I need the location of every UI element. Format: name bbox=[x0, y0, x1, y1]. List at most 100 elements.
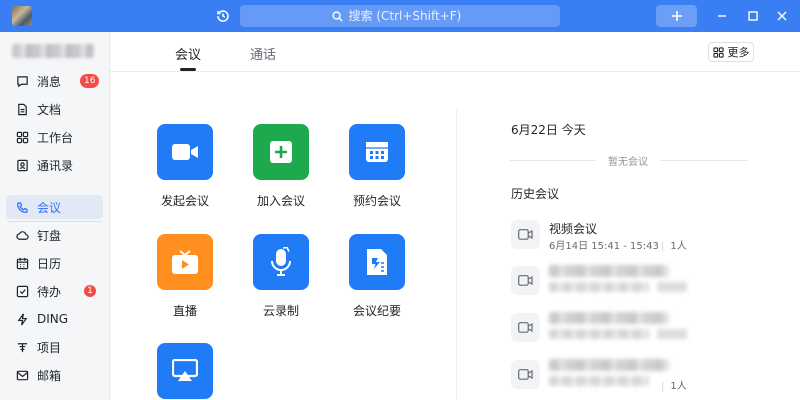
contacts-icon bbox=[15, 158, 29, 172]
sidebar-item-todo[interactable]: 待办 1 bbox=[6, 279, 103, 303]
phone-icon bbox=[15, 200, 29, 214]
today-date: 6月22日 今天 bbox=[511, 123, 586, 137]
title-bar bbox=[0, 0, 800, 32]
history-item[interactable]: 视频会议 6月14日 15:41 - 15:43 | 1人 bbox=[511, 214, 751, 254]
sidebar-item-label: 工作台 bbox=[37, 130, 74, 145]
todo-icon bbox=[15, 284, 29, 298]
sidebar-item-label: 钉盘 bbox=[37, 228, 62, 243]
sidebar-item-messages[interactable]: 消息 16 bbox=[6, 69, 103, 93]
avatar[interactable] bbox=[12, 6, 32, 26]
sidebar-item-ding[interactable]: DING bbox=[6, 307, 103, 331]
participant-count: 1人 bbox=[670, 241, 687, 252]
redacted-time bbox=[549, 376, 649, 386]
sidebar-item-label: 项目 bbox=[37, 340, 62, 355]
video-camera-icon bbox=[511, 360, 540, 389]
live-tile[interactable]: 直播 bbox=[145, 234, 225, 319]
screen-cast-icon bbox=[157, 343, 213, 399]
sidebar-item-projects[interactable]: 项目 bbox=[6, 335, 103, 359]
video-camera-icon bbox=[511, 220, 540, 249]
sidebar-item-docs[interactable]: 文档 bbox=[6, 97, 103, 121]
more-button[interactable]: 更多 bbox=[708, 42, 754, 62]
plus-square-icon bbox=[253, 124, 309, 180]
add-button[interactable] bbox=[656, 5, 697, 27]
sidebar-item-label: 邮箱 bbox=[37, 368, 62, 383]
sidebar: 消息 16 文档 工作台 通讯录 会议 钉盘 日历 待办 1 DING 项目 邮… bbox=[0, 32, 110, 400]
sidebar-item-mail[interactable]: 邮箱 bbox=[6, 363, 103, 387]
redacted-count bbox=[657, 329, 687, 339]
video-camera-icon bbox=[157, 124, 213, 180]
close-button[interactable] bbox=[772, 6, 792, 26]
microphone-icon bbox=[253, 234, 309, 290]
cloud-icon bbox=[15, 228, 29, 242]
history-item-participants: | 1人 bbox=[661, 381, 687, 392]
sidebar-item-calendar[interactable]: 日历 bbox=[6, 251, 103, 275]
sidebar-item-contacts[interactable]: 通讯录 bbox=[6, 153, 103, 177]
todo-badge: 1 bbox=[84, 285, 96, 297]
user-name-redacted bbox=[12, 44, 94, 58]
participant-count: 1人 bbox=[670, 381, 687, 392]
history-item[interactable] bbox=[511, 260, 751, 300]
more-label: 更多 bbox=[727, 46, 750, 59]
empty-state: 暂无会议 bbox=[510, 152, 748, 170]
tile-label: 云录制 bbox=[262, 304, 299, 318]
redacted-title bbox=[549, 359, 669, 371]
calendar-icon bbox=[15, 256, 29, 270]
divider-line bbox=[660, 160, 748, 161]
redacted-count bbox=[657, 282, 687, 292]
sidebar-item-label: 文档 bbox=[37, 102, 62, 117]
video-camera-icon bbox=[511, 313, 540, 342]
empty-label: 暂无会议 bbox=[608, 157, 648, 168]
tab-bar: 会议 通话 bbox=[110, 32, 800, 72]
redacted-time bbox=[549, 329, 649, 339]
screen-cast-tile[interactable] bbox=[145, 343, 225, 400]
grid-icon bbox=[15, 130, 29, 144]
join-meeting-tile[interactable]: 加入会议 bbox=[241, 124, 321, 209]
project-icon bbox=[15, 340, 29, 354]
meeting-notes-tile[interactable]: 会议纪要 bbox=[337, 234, 417, 319]
lightning-icon bbox=[15, 312, 29, 326]
divider-line bbox=[510, 160, 596, 161]
minimize-icon bbox=[718, 15, 726, 17]
minimize-button[interactable] bbox=[712, 6, 732, 26]
tile-label: 发起会议 bbox=[160, 194, 209, 208]
sidebar-item-label: DING bbox=[37, 312, 69, 326]
tv-icon bbox=[157, 234, 213, 290]
maximize-button[interactable] bbox=[743, 6, 763, 26]
grid-icon bbox=[712, 46, 724, 58]
start-meeting-tile[interactable]: 发起会议 bbox=[145, 124, 225, 209]
redacted-title bbox=[549, 312, 669, 324]
tile-label: 预约会议 bbox=[352, 194, 401, 208]
mail-icon bbox=[15, 368, 29, 382]
user-name[interactable] bbox=[12, 40, 94, 62]
active-tab-indicator bbox=[180, 68, 196, 71]
history-icon[interactable] bbox=[213, 6, 233, 26]
sidebar-item-label: 会议 bbox=[37, 200, 62, 215]
notes-icon bbox=[349, 234, 405, 290]
search-input[interactable] bbox=[348, 9, 469, 23]
history-item-title: 视频会议 bbox=[549, 222, 598, 236]
tab-meetings[interactable]: 会议 bbox=[175, 44, 201, 63]
history-item[interactable] bbox=[511, 307, 751, 347]
chat-icon bbox=[15, 74, 29, 88]
cloud-recording-tile[interactable]: 云录制 bbox=[241, 234, 321, 319]
schedule-meeting-tile[interactable]: 预约会议 bbox=[337, 124, 417, 209]
sidebar-item-workbench[interactable]: 工作台 bbox=[6, 125, 103, 149]
redacted-time bbox=[549, 282, 649, 292]
tile-label: 加入会议 bbox=[256, 194, 305, 208]
calendar-icon bbox=[349, 124, 405, 180]
video-camera-icon bbox=[511, 266, 540, 295]
close-icon bbox=[777, 11, 787, 21]
sidebar-item-label: 消息 bbox=[37, 74, 62, 89]
history-item[interactable]: | 1人 bbox=[511, 354, 751, 394]
sidebar-item-meetings[interactable]: 会议 bbox=[6, 195, 103, 219]
sidebar-item-label: 日历 bbox=[37, 256, 62, 271]
history-item-time: 6月14日 15:41 - 15:43 bbox=[549, 241, 659, 252]
tile-label: 会议纪要 bbox=[352, 304, 401, 318]
tab-calls[interactable]: 通话 bbox=[250, 44, 276, 63]
sidebar-item-drive[interactable]: 钉盘 bbox=[6, 223, 103, 247]
redacted-title bbox=[549, 265, 669, 277]
search-icon bbox=[331, 10, 343, 22]
sidebar-divider bbox=[8, 221, 102, 222]
panel-divider bbox=[456, 110, 457, 400]
search-box[interactable] bbox=[240, 5, 560, 27]
